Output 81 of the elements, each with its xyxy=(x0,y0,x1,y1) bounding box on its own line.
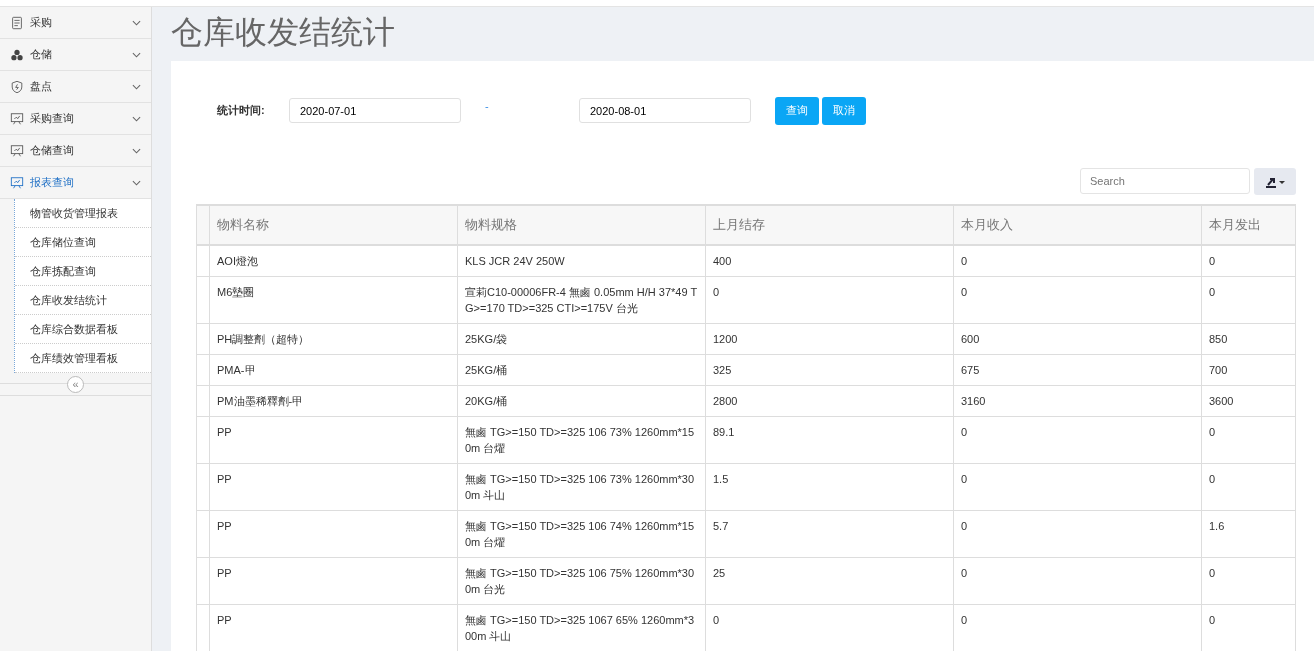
table-cell: 0 xyxy=(953,276,1202,324)
sidebar-item[interactable]: 盘点 xyxy=(0,71,151,103)
start-date-field[interactable]: 2020-07-01 xyxy=(289,98,461,123)
column-header: 上月结存 xyxy=(705,205,954,245)
table-cell: 850 xyxy=(1201,323,1296,355)
table-cell: 5.7 xyxy=(705,510,954,558)
submenu-item[interactable]: 物管收货管理报表 xyxy=(15,199,151,228)
shield-icon xyxy=(10,79,24,94)
table-cell: 25KG/桶 xyxy=(457,354,706,386)
table-cell: 1200 xyxy=(705,323,954,355)
page-title: 仓库收发结统计 xyxy=(171,13,396,52)
table-cell: 2800 xyxy=(705,385,954,417)
table-cell: M6墊圈 xyxy=(209,276,458,324)
date-separator: - xyxy=(484,99,490,112)
table-cell: 325 xyxy=(705,354,954,386)
sidebar-item[interactable]: 仓储 xyxy=(0,39,151,71)
table-cell: 0 xyxy=(953,557,1202,605)
collapse-button[interactable]: « xyxy=(67,375,84,393)
sidebar-item[interactable]: 仓储查询 xyxy=(0,135,151,167)
end-date-field[interactable]: 2020-08-01 xyxy=(579,98,751,123)
table-cell: 0 xyxy=(1201,416,1296,464)
table-cell: 700 xyxy=(1201,354,1296,386)
chevron-down-icon xyxy=(132,115,141,122)
table-cell: 1.5 xyxy=(705,463,954,511)
table-cell: 1.6 xyxy=(1201,510,1296,558)
table-cell: 0 xyxy=(705,276,954,324)
column-header: 物料名称 xyxy=(209,205,458,245)
sidebar-item[interactable]: 采购 xyxy=(0,7,151,39)
table-cell: 0 xyxy=(1201,463,1296,511)
table-cell: 0 xyxy=(1201,276,1296,324)
table-cell: 0 xyxy=(953,416,1202,464)
table-cell: 無鹵 TG>=150 TD>=325 106 73% 1260mm*150m 台燿 xyxy=(457,416,706,464)
table-cell: PMA-甲 xyxy=(209,354,458,386)
export-button[interactable] xyxy=(1254,168,1296,195)
table-cell: PP xyxy=(209,416,458,464)
table-cell: PP xyxy=(209,463,458,511)
chevron-down-icon xyxy=(132,51,141,58)
chevron-down-icon xyxy=(132,19,141,26)
table-cell: 600 xyxy=(953,323,1202,355)
presentation-board-icon xyxy=(10,143,24,158)
table-cell: 無鹵 TG>=150 TD>=325 106 74% 1260mm*150m 台燿 xyxy=(457,510,706,558)
table-cell: PH調整劑（超特） xyxy=(209,323,458,355)
table-cell: 0 xyxy=(1201,245,1296,277)
column-header: 物料规格 xyxy=(457,205,706,245)
table-cell: 無鹵 TG>=150 TD>=325 106 75% 1260mm*300m 台光 xyxy=(457,557,706,605)
table-cell: PP xyxy=(209,510,458,558)
table-cell: 3160 xyxy=(953,385,1202,417)
chevron-down-icon xyxy=(132,179,141,186)
submenu-item[interactable]: 仓库储位查询 xyxy=(15,228,151,257)
submenu-item[interactable]: 仓库收发结统计 xyxy=(15,286,151,315)
table-cell: 675 xyxy=(953,354,1202,386)
submenu-item[interactable]: 仓库拣配查询 xyxy=(15,257,151,286)
presentation-board-icon xyxy=(10,175,24,190)
document-icon xyxy=(10,15,24,30)
boxes-icon xyxy=(10,47,24,62)
table-cell: AOI燈泡 xyxy=(209,245,458,277)
submenu-item[interactable]: 仓库综合数据看板 xyxy=(15,315,151,344)
table-cell: 25KG/袋 xyxy=(457,323,706,355)
export-icon xyxy=(1265,175,1285,188)
table-cell: 0 xyxy=(953,510,1202,558)
table-cell: 0 xyxy=(953,245,1202,277)
table-cell: 無鹵 TG>=150 TD>=325 106 73% 1260mm*300m 斗山 xyxy=(457,463,706,511)
table-cell: 0 xyxy=(953,463,1202,511)
table-cell: 3600 xyxy=(1201,385,1296,417)
table-cell: PM油墨稀釋劑-甲 xyxy=(209,385,458,417)
sidebar-item[interactable]: 采购查询 xyxy=(0,103,151,135)
table-cell: KLS JCR 24V 250W xyxy=(457,245,706,277)
presentation-board-icon xyxy=(10,111,24,126)
table-cell: 宣莉C10-00006FR-4 無鹵 0.05mm H/H 37*49 TG>=170 TD>=325 CTI>=175V 台光 xyxy=(457,276,706,324)
column-header: 本月收入 xyxy=(953,205,1202,245)
table-cell: PP xyxy=(209,557,458,605)
table-cell: 20KG/桶 xyxy=(457,385,706,417)
chevron-down-icon xyxy=(132,147,141,154)
table-cell: 89.1 xyxy=(705,416,954,464)
column-header: 本月发出 xyxy=(1201,205,1296,245)
table-cell: 25 xyxy=(705,557,954,605)
table-cell: 0 xyxy=(1201,557,1296,605)
filter-label: 统计时间: xyxy=(217,103,266,118)
table-cell: 400 xyxy=(705,245,954,277)
chevron-down-icon xyxy=(132,83,141,90)
search-field[interactable]: Search xyxy=(1080,168,1250,194)
